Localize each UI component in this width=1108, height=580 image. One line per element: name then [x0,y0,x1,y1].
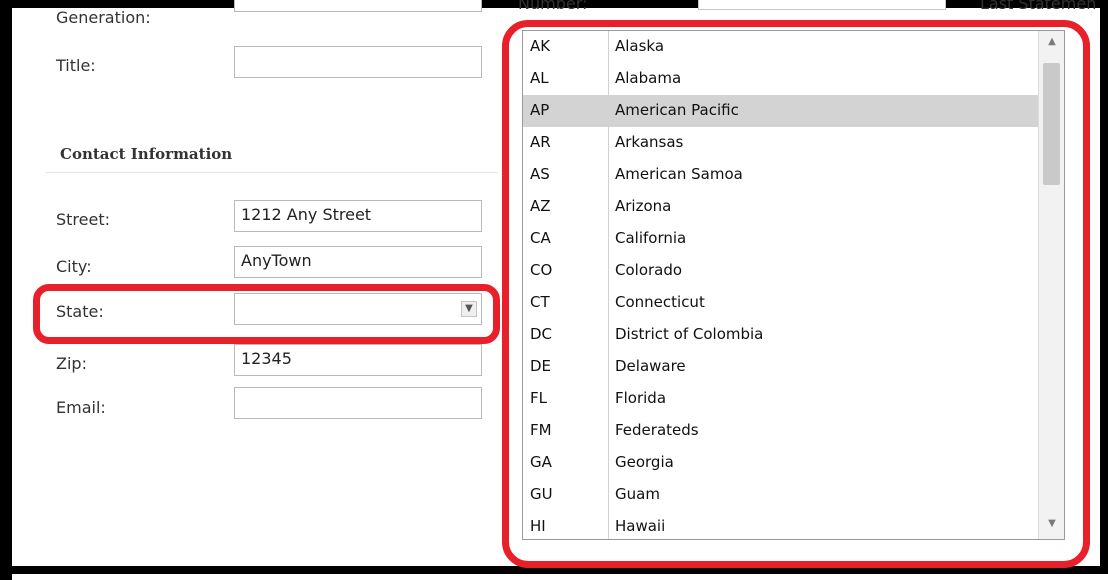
title-label: Title: [56,56,96,75]
zip-field[interactable]: 12345 [234,344,482,376]
city-label: City: [56,257,92,276]
generation-field[interactable] [234,0,482,12]
street-field[interactable]: 1212 Any Street [234,200,482,232]
city-field[interactable]: AnyTown [234,246,482,278]
screenshot-border-right [1100,0,1108,572]
dropdown-highlight-annotation [502,20,1090,568]
number-label: Number: [518,0,588,13]
zip-label: Zip: [56,354,87,373]
street-label: Street: [56,210,111,229]
state-highlight-annotation [33,284,500,344]
section-title: Contact Information [60,145,233,163]
email-field[interactable] [234,387,482,419]
screenshot-border-left [0,0,12,580]
email-label: Email: [56,398,106,417]
last-statement-label: Last Statemen [980,0,1097,13]
section-divider [46,172,498,173]
number-field[interactable] [698,0,946,10]
title-field[interactable] [234,46,482,78]
generation-label: Generation: [56,8,151,27]
